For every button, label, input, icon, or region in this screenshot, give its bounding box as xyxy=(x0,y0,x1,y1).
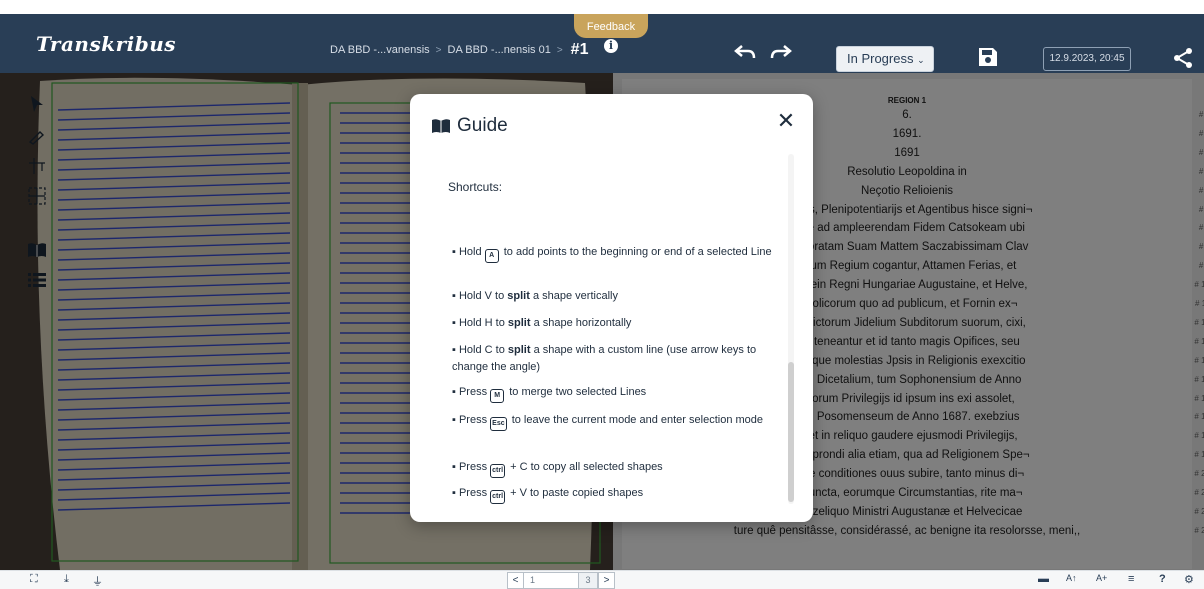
shortcut-prefix: Hold xyxy=(458,246,482,258)
app-logo[interactable]: Transkribus xyxy=(36,32,176,56)
shortcut-item: ▪ Press Esc to leave the current mode an… xyxy=(452,412,788,431)
key-badge: Esc xyxy=(490,417,507,431)
undo-icon[interactable] xyxy=(734,44,756,60)
next-page-button[interactable]: > xyxy=(598,572,615,589)
shortcut-description: a shape horizontally xyxy=(533,317,632,329)
scrollbar-thumb[interactable] xyxy=(788,362,794,502)
feedback-button[interactable]: Feedback xyxy=(574,14,648,38)
breadcrumb-collection[interactable]: DA BBD -...vanensis xyxy=(330,44,430,56)
key-badge: ctrl xyxy=(490,490,506,504)
font-increase-icon[interactable]: A+ xyxy=(1096,573,1107,583)
page-navigator: < 1 3 > xyxy=(507,572,615,589)
bullet-icon: ▪ xyxy=(452,246,459,258)
guide-title: Guide xyxy=(431,115,508,137)
bullet-icon: ▪ xyxy=(452,317,459,329)
shortcut-description: + C to copy all selected shapes xyxy=(510,461,663,473)
shortcuts-heading: Shortcuts: xyxy=(448,180,503,194)
shortcut-action: split xyxy=(507,344,531,356)
share-icon[interactable] xyxy=(1172,47,1194,69)
bullet-icon: ▪ xyxy=(452,344,459,356)
top-strip xyxy=(0,0,1204,14)
shortcut-prefix: Hold H to xyxy=(458,317,505,329)
guide-title-text: Guide xyxy=(457,115,508,136)
key-badge: M xyxy=(490,389,505,403)
bullet-icon: ▪ xyxy=(452,487,459,499)
font-decrease-icon[interactable]: A↑ xyxy=(1066,573,1077,583)
shortcut-item: ▪ Hold H to split a shape horizontally xyxy=(452,315,788,332)
date-display: 12.9.2023, 20:45 xyxy=(1043,47,1131,71)
status-value: In Progress xyxy=(847,51,914,66)
prev-page-button[interactable]: < xyxy=(507,572,524,589)
shortcut-item: ▪ Hold A to add points to the beginning … xyxy=(452,244,788,263)
shortcut-prefix: Hold C to xyxy=(458,344,505,356)
breadcrumb-separator: > xyxy=(435,44,442,56)
bullet-icon: ▪ xyxy=(452,290,459,302)
shortcut-prefix: Press xyxy=(458,461,488,473)
shortcut-item: ▪ Press ctrl + C to copy all selected sh… xyxy=(452,459,788,478)
shortcut-description: to leave the current mode and enter sele… xyxy=(511,414,764,426)
shortcut-item: ▪ Hold C to split a shape with a custom … xyxy=(452,342,788,376)
key-badge: A xyxy=(484,249,499,263)
shortcut-description: + V to paste copied shapes xyxy=(510,487,644,499)
bullet-icon: ▪ xyxy=(452,414,459,426)
menu-icon[interactable]: ≡ xyxy=(1128,573,1134,585)
bullet-icon: ▪ xyxy=(452,386,459,398)
info-icon[interactable]: i xyxy=(604,39,618,53)
shortcut-description: to merge two selected Lines xyxy=(509,386,647,398)
book-icon xyxy=(432,119,450,133)
breadcrumb-separator: > xyxy=(556,44,563,56)
shortcut-prefix: Hold V to xyxy=(458,290,505,302)
help-icon[interactable]: ? xyxy=(1159,573,1166,585)
breadcrumb-document[interactable]: DA BBD -...nensis 01 xyxy=(448,44,551,56)
download-icon[interactable]: ⤓ xyxy=(64,573,69,586)
guide-modal: Guide ✕ Shortcuts: ▪ Hold A to add point… xyxy=(410,94,813,522)
format-icon[interactable]: ⏚ xyxy=(92,573,103,589)
shortcut-action: split xyxy=(507,317,531,329)
bullet-icon: ▪ xyxy=(452,461,459,473)
modal-scrollbar[interactable] xyxy=(788,154,794,504)
page-input[interactable]: 1 xyxy=(524,572,578,589)
page-total: 3 xyxy=(578,572,598,589)
shortcut-item: ▪ Hold V to split a shape vertically xyxy=(452,288,788,305)
redo-icon[interactable] xyxy=(770,44,792,60)
shortcut-description: to add points to the beginning or end of… xyxy=(503,246,772,258)
save-icon[interactable] xyxy=(976,45,1000,69)
key-badge: ctrl xyxy=(490,464,506,478)
shortcut-prefix: Press xyxy=(458,487,488,499)
shortcut-item: ▪ Press M to merge two selected Lines xyxy=(452,384,788,403)
settings-icon[interactable]: ⚙ xyxy=(1184,573,1194,586)
shortcut-action: split xyxy=(507,290,530,302)
bottom-toolbar: ⛶ ⤓ ⏚ < 1 3 > ▬ A↑ A+ ≡ ? ⚙ xyxy=(0,570,1204,589)
keyboard-icon[interactable]: ▬ xyxy=(1038,573,1049,585)
shortcut-prefix: Press xyxy=(458,386,488,398)
shortcut-prefix: Press xyxy=(458,414,488,426)
close-icon[interactable]: ✕ xyxy=(775,110,797,132)
chevron-down-icon: ⌄ xyxy=(917,55,925,65)
shortcut-description: a shape vertically xyxy=(532,290,618,302)
breadcrumb-page: #1 xyxy=(570,41,589,58)
fullscreen-icon[interactable]: ⛶ xyxy=(30,573,38,586)
status-select[interactable]: In Progress ⌄ xyxy=(836,46,934,72)
shortcut-item: ▪ Press ctrl + V to paste copied shapes xyxy=(452,485,788,504)
breadcrumb: DA BBD -...vanensis > DA BBD -...nensis … xyxy=(330,41,588,59)
